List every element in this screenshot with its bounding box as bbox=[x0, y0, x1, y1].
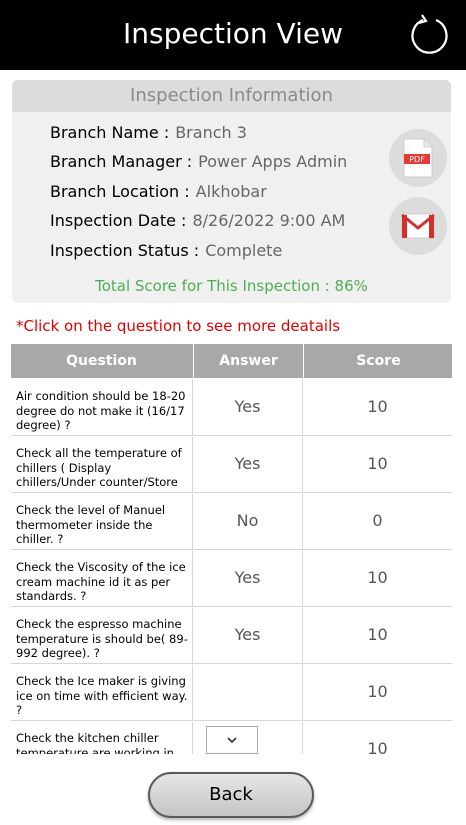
total-score: Total Score for This Inspection : 86% bbox=[95, 277, 368, 295]
inspection-date-label: Inspection Date : bbox=[50, 211, 187, 230]
score-value: 10 bbox=[367, 739, 388, 754]
row-separator bbox=[11, 720, 452, 721]
branch-location-label: Branch Location : bbox=[50, 182, 190, 201]
row-separator bbox=[11, 492, 452, 493]
pdf-icon-label: PDF bbox=[409, 155, 425, 164]
app-header: Inspection View bbox=[0, 0, 466, 70]
divider bbox=[192, 722, 193, 754]
back-button[interactable]: Back bbox=[148, 772, 314, 818]
table-header: Question Answer Score bbox=[11, 344, 452, 378]
table-row[interactable]: Air condition should be 18-20 degree do … bbox=[11, 380, 452, 436]
score-header: Score bbox=[303, 344, 453, 378]
answer-value: Yes bbox=[234, 568, 261, 587]
question-text: Check the level of Manuel thermometer in… bbox=[16, 503, 166, 546]
inspection-date-value: 8/26/2022 9:00 AM bbox=[192, 211, 346, 230]
pdf-button[interactable]: PDF bbox=[389, 129, 447, 187]
score-value: 10 bbox=[367, 397, 388, 416]
answer-value: Yes bbox=[234, 625, 261, 644]
question-text: Check the espresso machine temperature i… bbox=[16, 617, 188, 660]
table-row[interactable]: Check the level of Manuel thermometer in… bbox=[11, 494, 452, 550]
branch-location-row: Branch Location : Alkhobar bbox=[50, 179, 267, 205]
score-value: 10 bbox=[367, 625, 388, 644]
gmail-icon bbox=[401, 213, 435, 239]
score-value: 10 bbox=[367, 454, 388, 473]
question-text: Air condition should be 18-20 degree do … bbox=[16, 389, 186, 432]
score-value: 10 bbox=[367, 682, 388, 701]
instruction-note: *Click on the question to see more deata… bbox=[16, 317, 341, 335]
page-title: Inspection View bbox=[123, 17, 343, 50]
question-text: Check all the temperature of chillers ( … bbox=[16, 446, 182, 489]
answer-value: Yes bbox=[234, 454, 261, 473]
branch-manager-label: Branch Manager : bbox=[50, 152, 193, 171]
question-header: Question bbox=[66, 353, 137, 369]
answer-header: Answer bbox=[193, 344, 303, 378]
row-separator bbox=[11, 663, 452, 664]
row-separator bbox=[11, 435, 452, 436]
answer-value: Yes bbox=[234, 397, 261, 416]
pdf-icon: PDF bbox=[403, 138, 433, 178]
branch-name-value: Branch 3 bbox=[175, 123, 247, 142]
score-value: 0 bbox=[372, 511, 383, 530]
branch-name-row: Branch Name : Branch 3 bbox=[50, 120, 247, 146]
table-row[interactable]: Check the kitchen chiller temperature ar… bbox=[11, 722, 452, 754]
table-row[interactable]: Check the Viscosity of the ice cream mac… bbox=[11, 551, 452, 607]
question-text: Check the kitchen chiller temperature ar… bbox=[16, 731, 174, 754]
table-row[interactable]: Check all the temperature of chillers ( … bbox=[11, 437, 452, 493]
branch-location-value: Alkhobar bbox=[195, 182, 267, 201]
divider bbox=[192, 665, 193, 721]
row-separator bbox=[11, 606, 452, 607]
question-text: Check the Ice maker is giving ice on tim… bbox=[16, 674, 188, 717]
branch-manager-row: Branch Manager : Power Apps Admin bbox=[50, 149, 347, 175]
row-separator bbox=[11, 549, 452, 550]
inspection-status-row: Inspection Status : Complete bbox=[50, 238, 282, 264]
table-row[interactable]: Check the Ice maker is giving ice on tim… bbox=[11, 665, 452, 721]
answer-dropdown[interactable] bbox=[206, 726, 258, 754]
chevron-down-icon bbox=[227, 737, 237, 744]
inspection-status-label: Inspection Status : bbox=[50, 241, 200, 260]
branch-name-label: Branch Name : bbox=[50, 123, 170, 142]
score-value: 10 bbox=[367, 568, 388, 587]
refresh-icon[interactable] bbox=[409, 13, 451, 55]
answer-value: No bbox=[236, 511, 259, 530]
inspection-date-row: Inspection Date : 8/26/2022 9:00 AM bbox=[50, 208, 345, 234]
info-heading: Inspection Information bbox=[12, 80, 451, 112]
question-text: Check the Viscosity of the ice cream mac… bbox=[16, 560, 186, 603]
inspection-status-value: Complete bbox=[205, 241, 283, 260]
branch-manager-value: Power Apps Admin bbox=[198, 152, 348, 171]
questions-list[interactable]: Air condition should be 18-20 degree do … bbox=[11, 380, 452, 754]
inspection-info-card: Inspection Information Branch Name : Bran… bbox=[12, 80, 451, 303]
email-button[interactable] bbox=[389, 197, 447, 255]
table-row[interactable]: Check the espresso machine temperature i… bbox=[11, 608, 452, 664]
